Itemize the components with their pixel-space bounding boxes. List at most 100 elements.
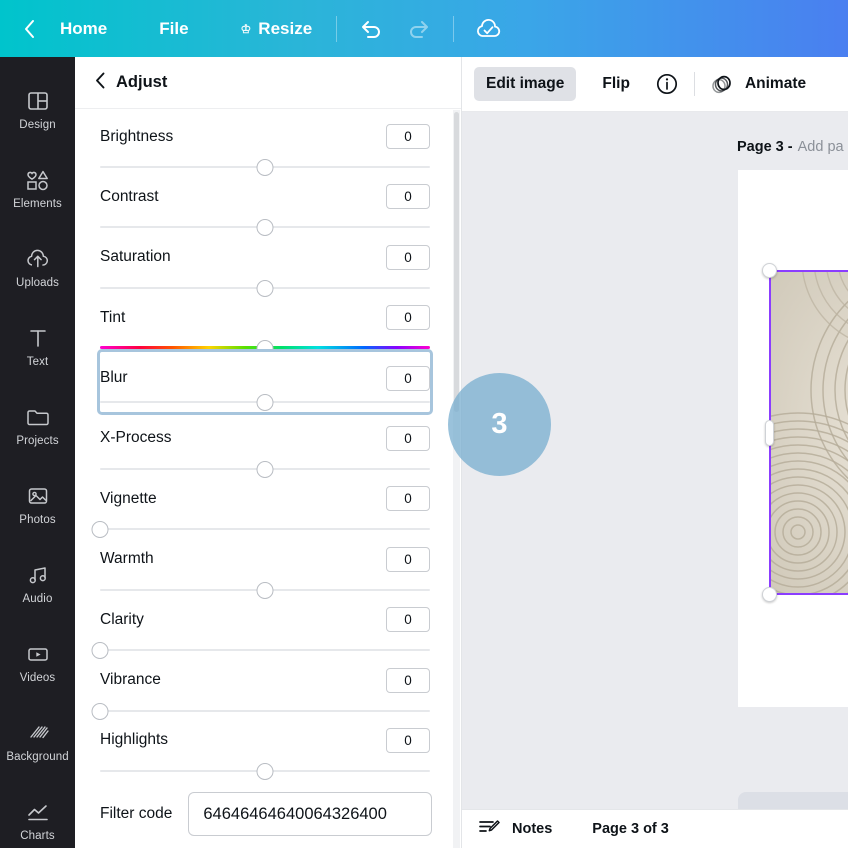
crown-icon: ♔ [240, 21, 252, 36]
uploads-icon [25, 245, 51, 271]
sidebar-item-projects[interactable]: Projects [0, 385, 75, 464]
panel-back-chevron-icon[interactable] [95, 72, 106, 94]
step-marker-number: 3 [491, 408, 508, 440]
file-label: File [159, 18, 189, 38]
slider-label: Blur [100, 369, 128, 387]
slider-value-input[interactable]: 0 [386, 365, 430, 391]
sidebar-label-background: Background [6, 750, 69, 763]
sidebar-label-audio: Audio [22, 592, 53, 605]
sidebar-item-charts[interactable]: Charts [0, 780, 75, 848]
slider-track-area[interactable] [100, 391, 430, 413]
slider-row-tint: Tint 0 [100, 291, 430, 358]
redo-icon[interactable] [402, 12, 436, 46]
slider-row-brightness: Brightness 0 [100, 110, 430, 176]
slider-value-input[interactable]: 0 [386, 667, 430, 693]
sidebar-label-charts: Charts [20, 829, 55, 842]
sidebar-item-uploads[interactable]: Uploads [0, 227, 75, 306]
cloud-saved-icon[interactable] [471, 12, 505, 46]
sidebar-label-photos: Photos [19, 513, 56, 526]
notes-icon[interactable] [478, 817, 500, 842]
slider-row-x-process: X-Process 0 [100, 412, 430, 478]
slider-track-area[interactable] [100, 760, 430, 782]
slider-label: Brightness [100, 127, 174, 145]
file-menu-button[interactable]: File [145, 13, 202, 45]
page-number-label: Page 3 - [737, 139, 793, 155]
resize-label: Resize [258, 18, 313, 38]
toolbar-divider-2 [453, 15, 455, 42]
slider-header: Brightness 0 [100, 110, 430, 149]
filter-code-row: Filter code 64646464640064326400 [100, 792, 432, 836]
filter-code-label: Filter code [100, 805, 173, 822]
slider-label: Clarity [100, 610, 144, 628]
slider-row-saturation: Saturation 0 [100, 231, 430, 297]
resize-button[interactable]: ♔ Resize [227, 13, 327, 45]
adjust-sliders-list: Brightness 0 Contrast 0 Saturation 0 Tint 0 Blur… [75, 110, 455, 848]
slider-value-input[interactable]: 0 [386, 184, 430, 210]
step-marker: 3 [448, 373, 551, 476]
slider-row-clarity: Clarity 0 [91, 593, 430, 660]
info-circle-icon[interactable] [652, 69, 682, 99]
slider-row-blur: Blur 0 [97, 348, 433, 415]
app-root: Home File ♔ Resize Design Elements Uploa… [0, 0, 848, 848]
background-hatch-icon [26, 719, 50, 745]
notes-label[interactable]: Notes [512, 821, 552, 837]
panel-scrollbar[interactable] [453, 110, 460, 848]
panel-scrollbar-thumb[interactable] [454, 112, 459, 412]
slider-row-vignette: Vignette 0 [91, 472, 430, 539]
slider-header: Saturation 0 [100, 231, 430, 270]
sidebar-item-videos[interactable]: Videos [0, 622, 75, 701]
left-rail: Design Elements Uploads Text Projects Ph… [0, 57, 75, 848]
zen-sand-garden-image[interactable] [770, 270, 848, 595]
image-toolbar: Edit image Flip Animate [462, 57, 848, 112]
slider-header: Warmth 0 [100, 533, 430, 572]
slider-label: Warmth [100, 550, 154, 568]
adjust-panel-header: Adjust [75, 57, 461, 109]
page-title-row: Page 3 - Add pa [462, 132, 848, 162]
add-page-title-placeholder[interactable]: Add pa [798, 139, 844, 155]
slider-value-input[interactable]: 0 [386, 607, 430, 633]
slider-row-contrast: Contrast 0 [100, 170, 430, 237]
slider-handle[interactable] [256, 393, 274, 411]
design-icon [26, 87, 50, 113]
page-canvas[interactable] [738, 170, 848, 707]
undo-icon[interactable] [354, 12, 388, 46]
slider-value-input[interactable]: 0 [386, 425, 430, 451]
slider-header: Blur 0 [100, 352, 430, 391]
sidebar-label-elements: Elements [13, 197, 62, 210]
animate-icon[interactable] [707, 69, 737, 99]
slider-track [100, 709, 430, 712]
flip-button[interactable]: Flip [590, 67, 642, 101]
slider-label: Vignette [100, 489, 157, 507]
audio-note-icon [26, 561, 50, 587]
page-indicator[interactable]: Page 3 of 3 [592, 821, 669, 837]
edit-image-button[interactable]: Edit image [474, 67, 577, 101]
slider-header: Vibrance 0 [100, 654, 430, 693]
filter-code-input[interactable]: 64646464640064326400 [188, 792, 432, 836]
slider-header: Clarity 0 [100, 593, 430, 633]
slider-value-input[interactable]: 0 [386, 124, 430, 149]
videos-play-icon [25, 640, 51, 666]
sidebar-label-text: Text [26, 355, 49, 368]
slider-value-input[interactable]: 0 [386, 546, 430, 572]
sidebar-item-photos[interactable]: Photos [0, 464, 75, 543]
elements-icon [25, 166, 51, 192]
sidebar-label-projects: Projects [16, 434, 59, 447]
slider-value-input[interactable]: 0 [386, 244, 430, 270]
slider-value-input[interactable]: 0 [386, 305, 430, 331]
sidebar-item-audio[interactable]: Audio [0, 543, 75, 622]
home-button[interactable]: Home [46, 13, 121, 45]
slider-handle[interactable] [256, 762, 274, 780]
slider-row-vibrance: Vibrance 0 [91, 654, 430, 720]
slider-value-input[interactable]: 0 [386, 486, 430, 512]
animate-button[interactable]: Animate [741, 67, 818, 101]
slider-track [100, 528, 430, 531]
slider-header: Contrast 0 [100, 170, 430, 210]
sidebar-item-background[interactable]: Background [0, 701, 75, 780]
sidebar-item-text[interactable]: Text [0, 306, 75, 385]
back-chevron-icon[interactable] [16, 16, 42, 42]
sidebar-item-design[interactable]: Design [0, 69, 75, 148]
slider-label: X-Process [100, 429, 172, 447]
slider-value-input[interactable]: 0 [386, 727, 430, 753]
projects-folder-icon [25, 403, 51, 429]
sidebar-item-elements[interactable]: Elements [0, 148, 75, 227]
